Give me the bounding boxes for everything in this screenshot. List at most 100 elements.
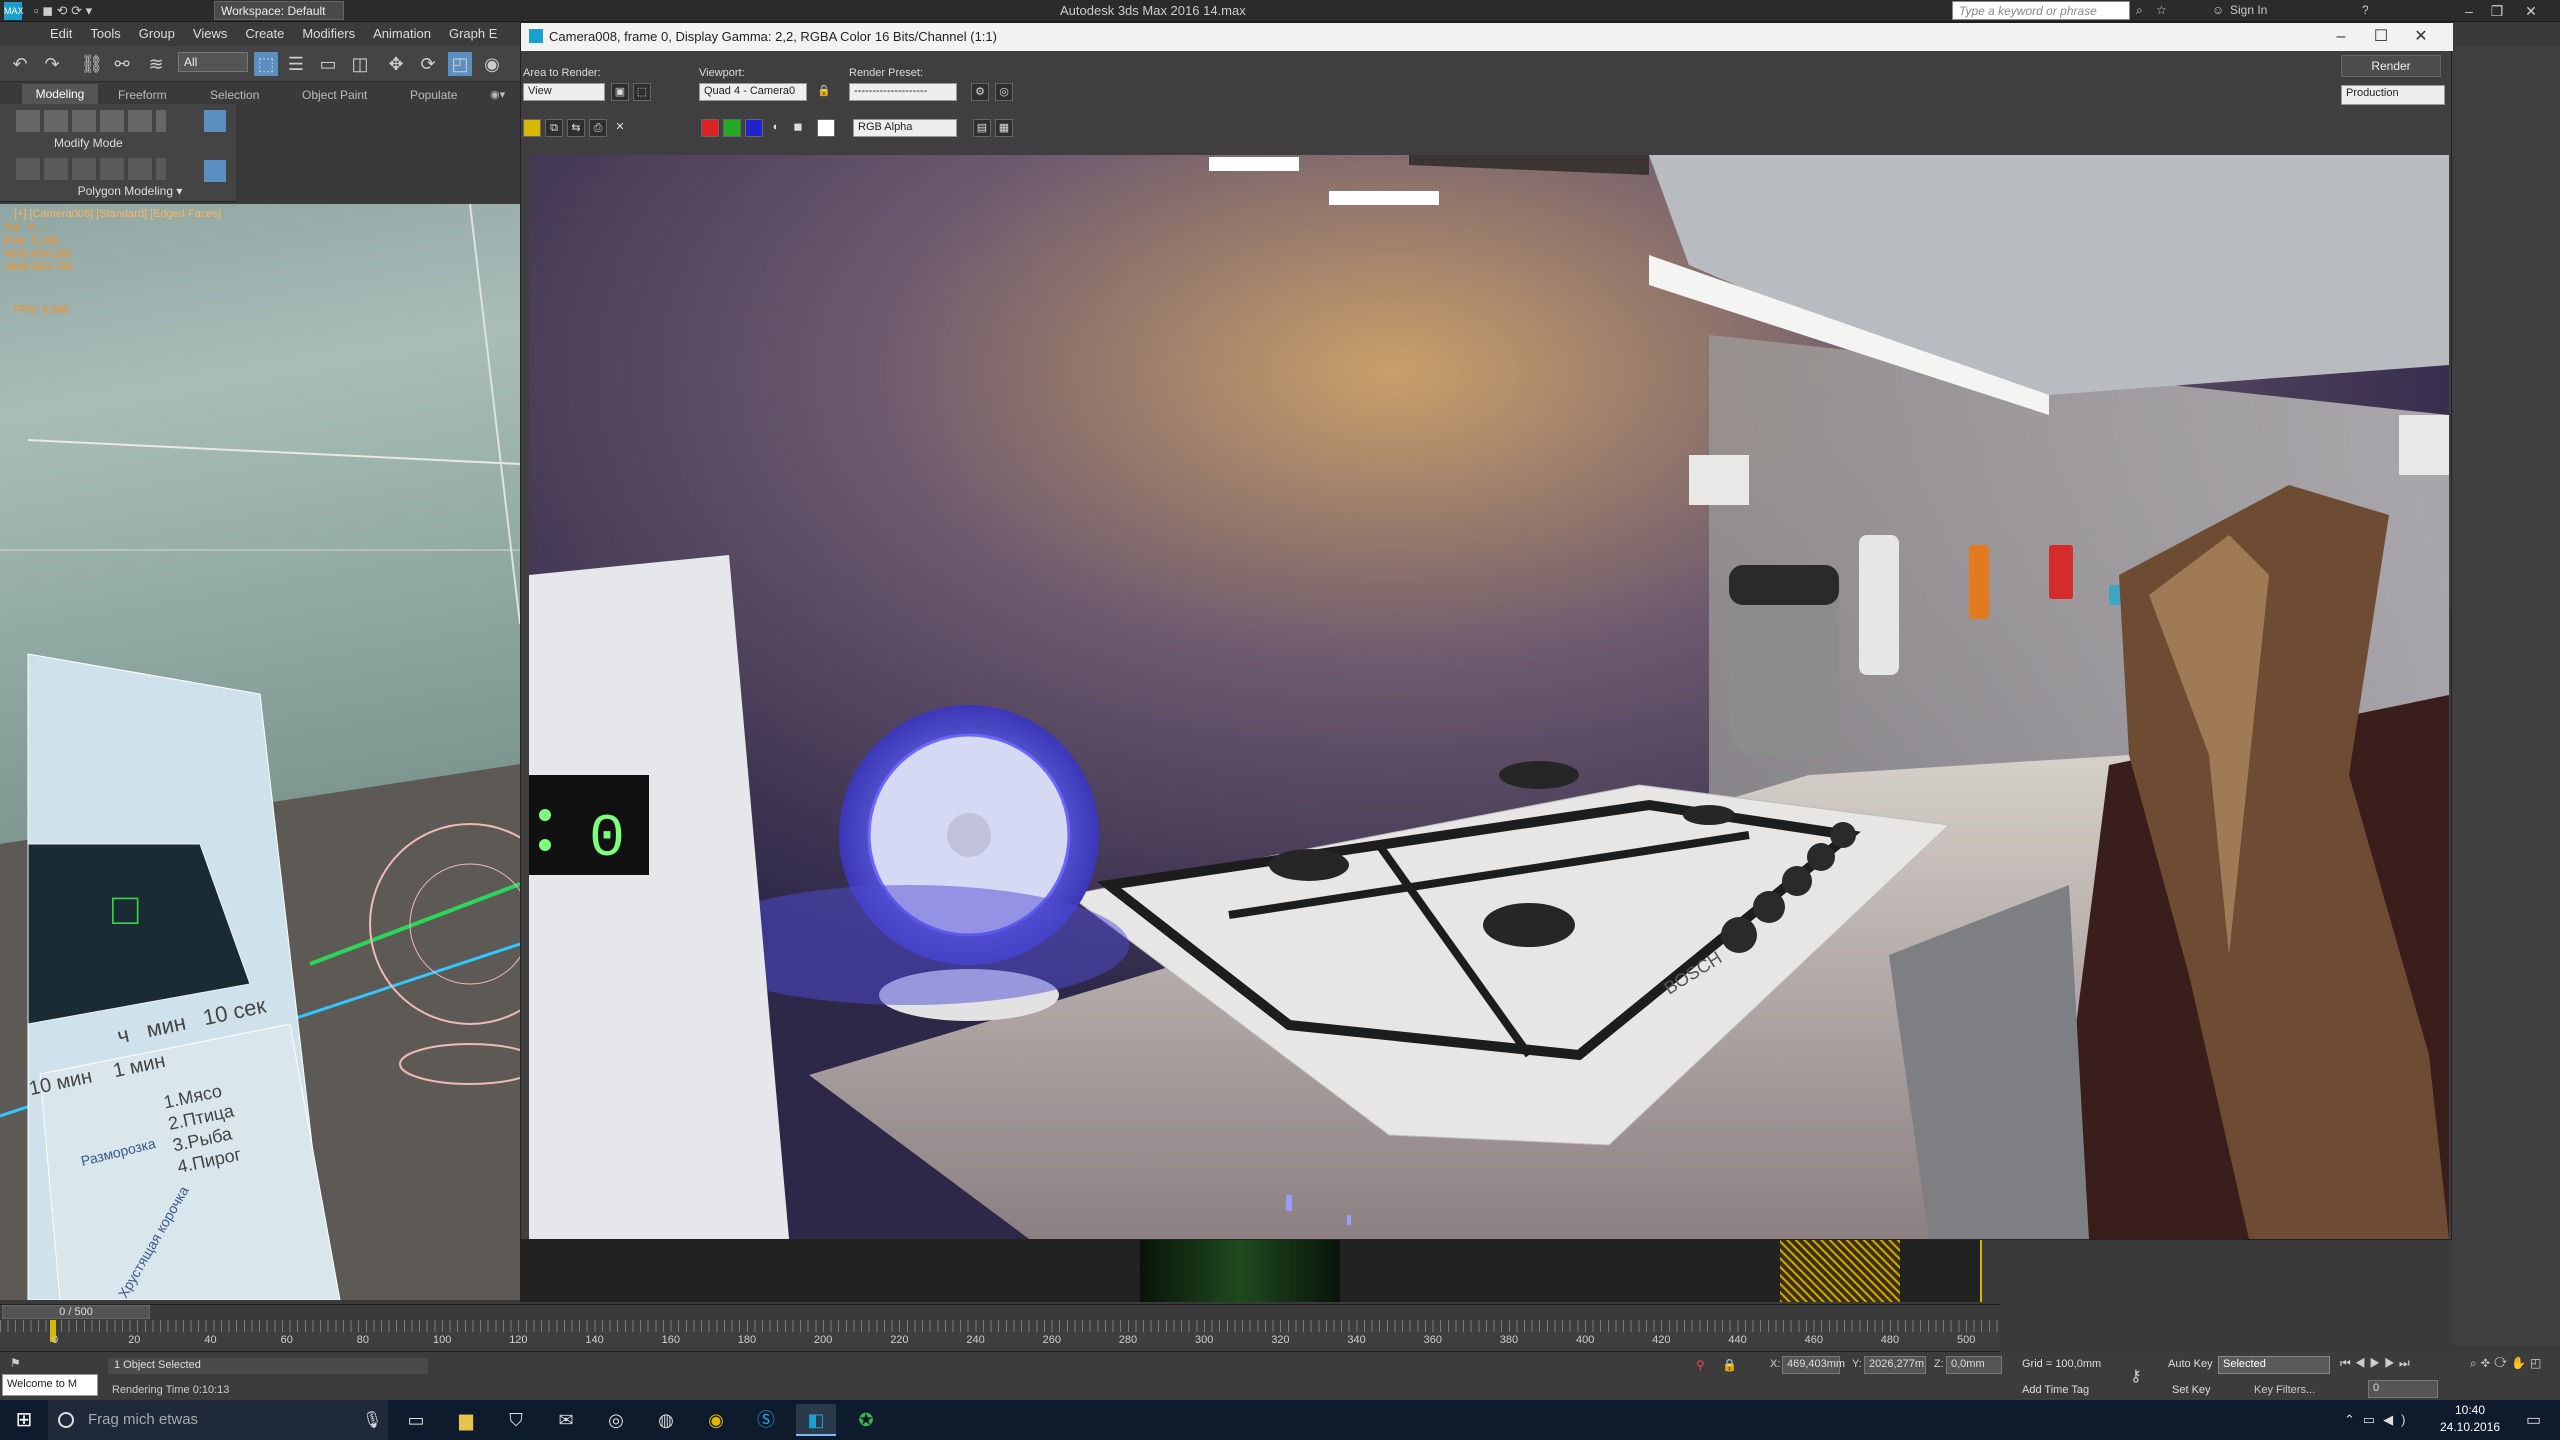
- green-channel-icon[interactable]: [723, 119, 741, 137]
- media-icon[interactable]: ◎: [596, 1404, 636, 1436]
- auto-region-icon[interactable]: ⬚: [633, 83, 651, 101]
- panel-toggle-icon-2[interactable]: [204, 160, 226, 182]
- lock-icon[interactable]: 🔒: [815, 83, 833, 101]
- toggle-ui-icon[interactable]: ▤: [973, 119, 991, 137]
- tab-modeling[interactable]: Modeling: [22, 84, 98, 104]
- menu-create[interactable]: Create: [236, 22, 293, 45]
- z-coordinate-field[interactable]: 0,0mm: [1946, 1356, 2002, 1374]
- environment-icon[interactable]: ◎: [995, 83, 1013, 101]
- maxscript-listener[interactable]: Welcome to M: [2, 1374, 98, 1396]
- maximize-icon[interactable]: ☐: [2361, 27, 2401, 47]
- area-to-render-dropdown[interactable]: View: [523, 83, 605, 101]
- bind-spacewarp-icon[interactable]: ≋: [144, 52, 168, 76]
- x-coordinate-field[interactable]: 469,403mm: [1782, 1356, 1845, 1374]
- rectangular-selection-icon[interactable]: ▭: [316, 52, 340, 76]
- quick-access-icons[interactable]: ▫ ◼ ⟲ ⟳ ▾: [34, 3, 92, 19]
- task-view-icon[interactable]: ▭: [396, 1404, 436, 1436]
- y-coordinate-field[interactable]: 2026,277m: [1864, 1356, 1926, 1374]
- panel-toggle-icon[interactable]: [204, 110, 226, 132]
- render-setup-icon[interactable]: ⚙: [971, 83, 989, 101]
- file-explorer-icon[interactable]: ▆: [446, 1404, 486, 1436]
- 3dsmax-taskbar-icon[interactable]: ◧: [796, 1404, 836, 1436]
- browser-icon[interactable]: ◍: [646, 1404, 686, 1436]
- redo-icon[interactable]: ↷: [40, 52, 64, 76]
- rotate-icon[interactable]: ⟳: [416, 52, 440, 76]
- key-mode-dropdown[interactable]: Selected: [2218, 1356, 2330, 1374]
- user-icon[interactable]: ☺: [2212, 3, 2224, 17]
- menu-group[interactable]: Group: [130, 22, 184, 45]
- menu-animation[interactable]: Animation: [364, 22, 440, 45]
- alpha-channel-icon[interactable]: ◐: [767, 119, 785, 137]
- menu-edit[interactable]: Edit: [0, 22, 81, 45]
- red-channel-icon[interactable]: [701, 119, 719, 137]
- menu-modifiers[interactable]: Modifiers: [293, 22, 364, 45]
- production-dropdown[interactable]: Production: [2341, 85, 2445, 105]
- unlink-icon[interactable]: ⚯: [110, 52, 134, 76]
- auto-key-button[interactable]: Auto Key: [2168, 1358, 2213, 1370]
- clone-frame-icon[interactable]: ⇆: [567, 119, 585, 137]
- system-tray-icons[interactable]: ⌃▭◀): [2344, 1412, 2414, 1428]
- mail-icon[interactable]: ✉: [546, 1404, 586, 1436]
- polygon-modeling-dropdown[interactable]: Polygon Modeling ▾: [30, 184, 230, 202]
- sign-in-link[interactable]: Sign In: [2230, 3, 2267, 17]
- search-icon[interactable]: ⌕: [2136, 3, 2143, 18]
- save-image-icon[interactable]: [523, 119, 541, 137]
- window-crossing-icon[interactable]: ◫: [348, 52, 372, 76]
- ribbon-options-icon[interactable]: ◉▾: [490, 88, 505, 101]
- search-input[interactable]: Type a keyword or phrase: [1952, 1, 2130, 20]
- track-bar[interactable]: 0 20 40 60 80 100 120 140 160 180 200 220 240 260 280 3…: [0, 1320, 2000, 1352]
- link-icon[interactable]: ⛓: [80, 52, 104, 76]
- minimize-icon[interactable]: –: [2458, 2, 2480, 20]
- current-frame-field[interactable]: 0: [2368, 1380, 2438, 1398]
- restore-icon[interactable]: ❐: [2486, 2, 2508, 20]
- render-preset-dropdown[interactable]: --------------------: [849, 83, 957, 101]
- cortana-search-input[interactable]: Frag mich etwas: [48, 1400, 388, 1440]
- store-icon[interactable]: ⛉: [496, 1404, 536, 1436]
- edit-region-icon[interactable]: ▣: [611, 83, 629, 101]
- subobject-icons[interactable]: [16, 158, 166, 180]
- microphone-icon[interactable]: 🎙: [362, 1410, 382, 1430]
- star-icon[interactable]: ☆: [2156, 3, 2167, 17]
- tab-populate[interactable]: Populate: [410, 88, 457, 102]
- isolate-icon[interactable]: ⚲: [1696, 1358, 1705, 1372]
- notification-icon[interactable]: ▭: [2526, 1410, 2541, 1430]
- set-key-button[interactable]: Set Key: [2172, 1384, 2211, 1396]
- close-icon[interactable]: ✕: [2401, 27, 2441, 47]
- selection-lock-icon[interactable]: 🔒: [1722, 1358, 1737, 1372]
- move-icon[interactable]: ✥: [384, 52, 408, 76]
- tab-selection[interactable]: Selection: [210, 88, 259, 102]
- camera-viewport[interactable]: □ ч мин 10 сек 10 мин 1 мин 1.Мясо 2.Пти…: [0, 204, 520, 1300]
- windows-start-icon[interactable]: ⊞: [0, 1400, 48, 1440]
- channel-dropdown[interactable]: RGB Alpha: [853, 119, 957, 137]
- menu-graph-editors[interactable]: Graph E: [440, 22, 506, 45]
- menu-views[interactable]: Views: [184, 22, 236, 45]
- workspace-dropdown[interactable]: Workspace: Default: [214, 1, 344, 20]
- print-icon[interactable]: ⎙: [589, 119, 607, 137]
- corona-icon[interactable]: ✪: [846, 1404, 886, 1436]
- help-icon[interactable]: ?: [2362, 3, 2369, 17]
- toggle-overlay-icon[interactable]: ▦: [995, 119, 1013, 137]
- tab-object-paint[interactable]: Object Paint: [302, 88, 367, 102]
- chrome-icon[interactable]: ◉: [696, 1404, 736, 1436]
- skype-icon[interactable]: Ⓢ: [746, 1404, 786, 1436]
- app-logo-icon[interactable]: MAX: [4, 2, 24, 20]
- time-slider[interactable]: 0 / 500: [2, 1305, 150, 1319]
- clear-icon[interactable]: ✕: [611, 119, 629, 137]
- key-icon[interactable]: ⚷: [2130, 1366, 2142, 1386]
- clock[interactable]: 10:40 24.10.2016: [2424, 1402, 2516, 1436]
- view-icon[interactable]: ◉: [480, 52, 504, 76]
- key-filters-button[interactable]: Key Filters...: [2254, 1384, 2315, 1396]
- add-time-tag[interactable]: Add Time Tag: [2022, 1384, 2089, 1396]
- selection-filter-dropdown[interactable]: All: [178, 52, 248, 72]
- maxscript-icon[interactable]: ⚑: [10, 1356, 30, 1372]
- scale-icon[interactable]: ◰: [448, 52, 472, 76]
- color-swatch[interactable]: [817, 119, 835, 137]
- navigation-controls[interactable]: ⌕✥⟳✋◰: [2470, 1356, 2545, 1371]
- render-button[interactable]: Render: [2341, 55, 2441, 77]
- viewport-dropdown[interactable]: Quad 4 - Camera0: [699, 83, 807, 101]
- undo-icon[interactable]: ↶: [8, 52, 32, 76]
- playback-controls[interactable]: ⏮◀▶▶⏭: [2340, 1356, 2414, 1371]
- minimize-icon[interactable]: –: [2321, 27, 2361, 47]
- tab-freeform[interactable]: Freeform: [118, 88, 167, 102]
- modify-tools-icons[interactable]: [16, 110, 166, 132]
